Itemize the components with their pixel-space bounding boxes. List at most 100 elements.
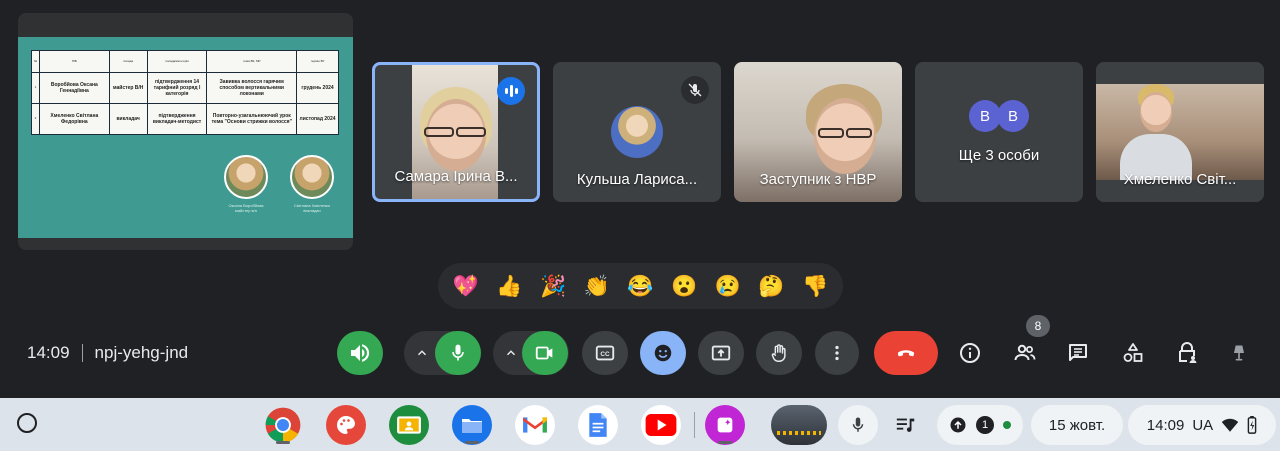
- chat-button[interactable]: [1065, 340, 1091, 366]
- table-header: ПІБ: [38, 50, 110, 73]
- table-cell: підтвердження викладач-методист: [146, 103, 208, 135]
- meeting-details-button[interactable]: [957, 340, 983, 366]
- speaker-icon: [351, 344, 370, 362]
- photo-caption: Світлана Хмеленко викладач: [293, 203, 331, 214]
- microphone-icon: [452, 344, 464, 361]
- info-icon: [960, 343, 980, 363]
- notification-count: 1: [976, 416, 994, 434]
- table-cell: листопад 2024: [296, 103, 339, 135]
- participant-name: Ще 3 особи: [958, 147, 1040, 164]
- divider: [81, 344, 83, 362]
- companion-button[interactable]: [1226, 340, 1252, 366]
- presenter-photo: [224, 155, 268, 199]
- participant-name: Кульша Лариса...: [576, 171, 698, 188]
- table-cell: Хмеленко Світлана Федорівна: [38, 103, 110, 135]
- participant-avatar: В: [997, 100, 1029, 132]
- media-controls-button[interactable]: [890, 411, 922, 439]
- table-header: термін ВУ: [296, 50, 339, 73]
- more-vertical-icon: [835, 345, 839, 361]
- speaking-indicator-icon: [497, 77, 525, 105]
- activities-button[interactable]: [1120, 340, 1146, 366]
- participant-tile[interactable]: Хмеленко Світ...: [1096, 62, 1264, 202]
- chevron-up-icon[interactable]: [415, 346, 429, 360]
- camera-button[interactable]: [522, 331, 568, 375]
- raise-hand-button[interactable]: [756, 331, 802, 375]
- chevron-up-icon[interactable]: [504, 346, 518, 360]
- more-options-button[interactable]: [815, 331, 859, 375]
- reaction-heart[interactable]: 💖: [453, 276, 479, 297]
- lock-person-icon: [1179, 342, 1197, 363]
- table-cell: грудень 2024: [296, 72, 339, 104]
- meet-window-thumbnail[interactable]: [771, 405, 827, 445]
- speaker-button[interactable]: [337, 331, 383, 375]
- presentation-tile[interactable]: № ПІБ посада посада/категорія тема ВК, М…: [18, 13, 353, 250]
- calendar-date[interactable]: 15 жовт.: [1031, 405, 1123, 445]
- dictation-button[interactable]: [838, 405, 878, 445]
- participant-tile[interactable]: Заступник з НВР: [734, 62, 902, 202]
- gmail-icon[interactable]: [515, 405, 555, 445]
- host-controls-button[interactable]: [1174, 340, 1200, 366]
- reaction-sad[interactable]: 😢: [715, 276, 741, 297]
- files-icon[interactable]: [452, 405, 492, 445]
- participant-name: Заступник з НВР: [759, 171, 877, 188]
- present-screen-icon: [711, 345, 731, 361]
- emoji-icon: [654, 344, 672, 362]
- table-cell: Повторно-узагальнюючий урок тема "Основи…: [206, 103, 298, 135]
- upload-icon: [950, 417, 966, 433]
- launcher-button[interactable]: [17, 413, 37, 433]
- reaction-thinking[interactable]: 🤔: [758, 276, 784, 297]
- playlist-music-icon: [896, 418, 915, 432]
- leave-call-button[interactable]: [874, 331, 938, 375]
- shared-slide: № ПІБ посада посада/категорія тема ВК, М…: [18, 37, 353, 238]
- os-taskbar: 1 15 жовт. 14:09 UA: [0, 398, 1280, 451]
- reaction-party[interactable]: 🎉: [540, 276, 566, 297]
- chrome-icon[interactable]: [263, 405, 303, 445]
- camera-icon: [535, 346, 553, 360]
- participant-tile[interactable]: Самара Ірина В...: [372, 62, 540, 202]
- participant-avatar: [611, 106, 663, 158]
- shapes-icon: [1123, 343, 1143, 362]
- presenter-photo: [290, 155, 334, 199]
- meeting-time: 14:09: [27, 343, 70, 362]
- slide-table: № ПІБ посада посада/категорія тема ВК, М…: [31, 50, 339, 135]
- divider: [694, 412, 695, 438]
- classroom-icon[interactable]: [389, 405, 429, 445]
- jamboard-icon[interactable]: [705, 405, 745, 445]
- table-cell: викладач: [108, 103, 148, 135]
- meeting-info: 14:09 npj-yehg-jnd: [27, 343, 188, 363]
- canvas-icon[interactable]: [326, 405, 366, 445]
- captions-icon: CC: [595, 345, 615, 361]
- reaction-laugh[interactable]: 😂: [627, 276, 653, 297]
- participant-group-tile[interactable]: В В Ще 3 особи: [915, 62, 1083, 202]
- keyboard-layout: UA: [1192, 416, 1214, 434]
- table-header: посада/категорія: [146, 50, 208, 73]
- captions-button[interactable]: CC: [582, 331, 628, 375]
- hang-up-icon: [897, 350, 915, 357]
- people-button[interactable]: [1012, 340, 1038, 366]
- system-tray[interactable]: 14:09 UA: [1128, 405, 1276, 445]
- microphone-button[interactable]: [435, 331, 481, 375]
- present-button[interactable]: [698, 331, 744, 375]
- reactions-button[interactable]: [640, 331, 686, 375]
- battery-icon: [1247, 416, 1257, 434]
- svg-text:CC: CC: [600, 351, 610, 358]
- reaction-thumbs-down[interactable]: 👎: [802, 276, 828, 297]
- table-cell: майстер В/Н: [108, 72, 148, 104]
- table-cell: Воробйова Оксана Геннадіївна: [38, 72, 110, 104]
- table-cell: Завивка волосся гарячим способом вертика…: [206, 72, 298, 104]
- lamp-icon: [1234, 345, 1244, 361]
- participant-name: Самара Ірина В...: [394, 168, 518, 185]
- mic-off-icon: [681, 76, 709, 104]
- reaction-thumbs-up[interactable]: 👍: [496, 276, 522, 297]
- table-cell: 2: [31, 103, 40, 135]
- reaction-surprised[interactable]: 😮: [671, 276, 697, 297]
- participant-tile[interactable]: Кульша Лариса...: [553, 62, 721, 202]
- chat-icon: [1069, 344, 1087, 361]
- photo-caption: Оксана Воробйова майстер в/н: [228, 203, 264, 214]
- status-pill[interactable]: 1: [937, 405, 1023, 445]
- table-header: посада: [108, 50, 148, 73]
- docs-icon[interactable]: [578, 405, 618, 445]
- youtube-icon[interactable]: [641, 405, 681, 445]
- participants-count-badge: 8: [1026, 315, 1050, 337]
- reaction-clap[interactable]: 👏: [584, 276, 610, 297]
